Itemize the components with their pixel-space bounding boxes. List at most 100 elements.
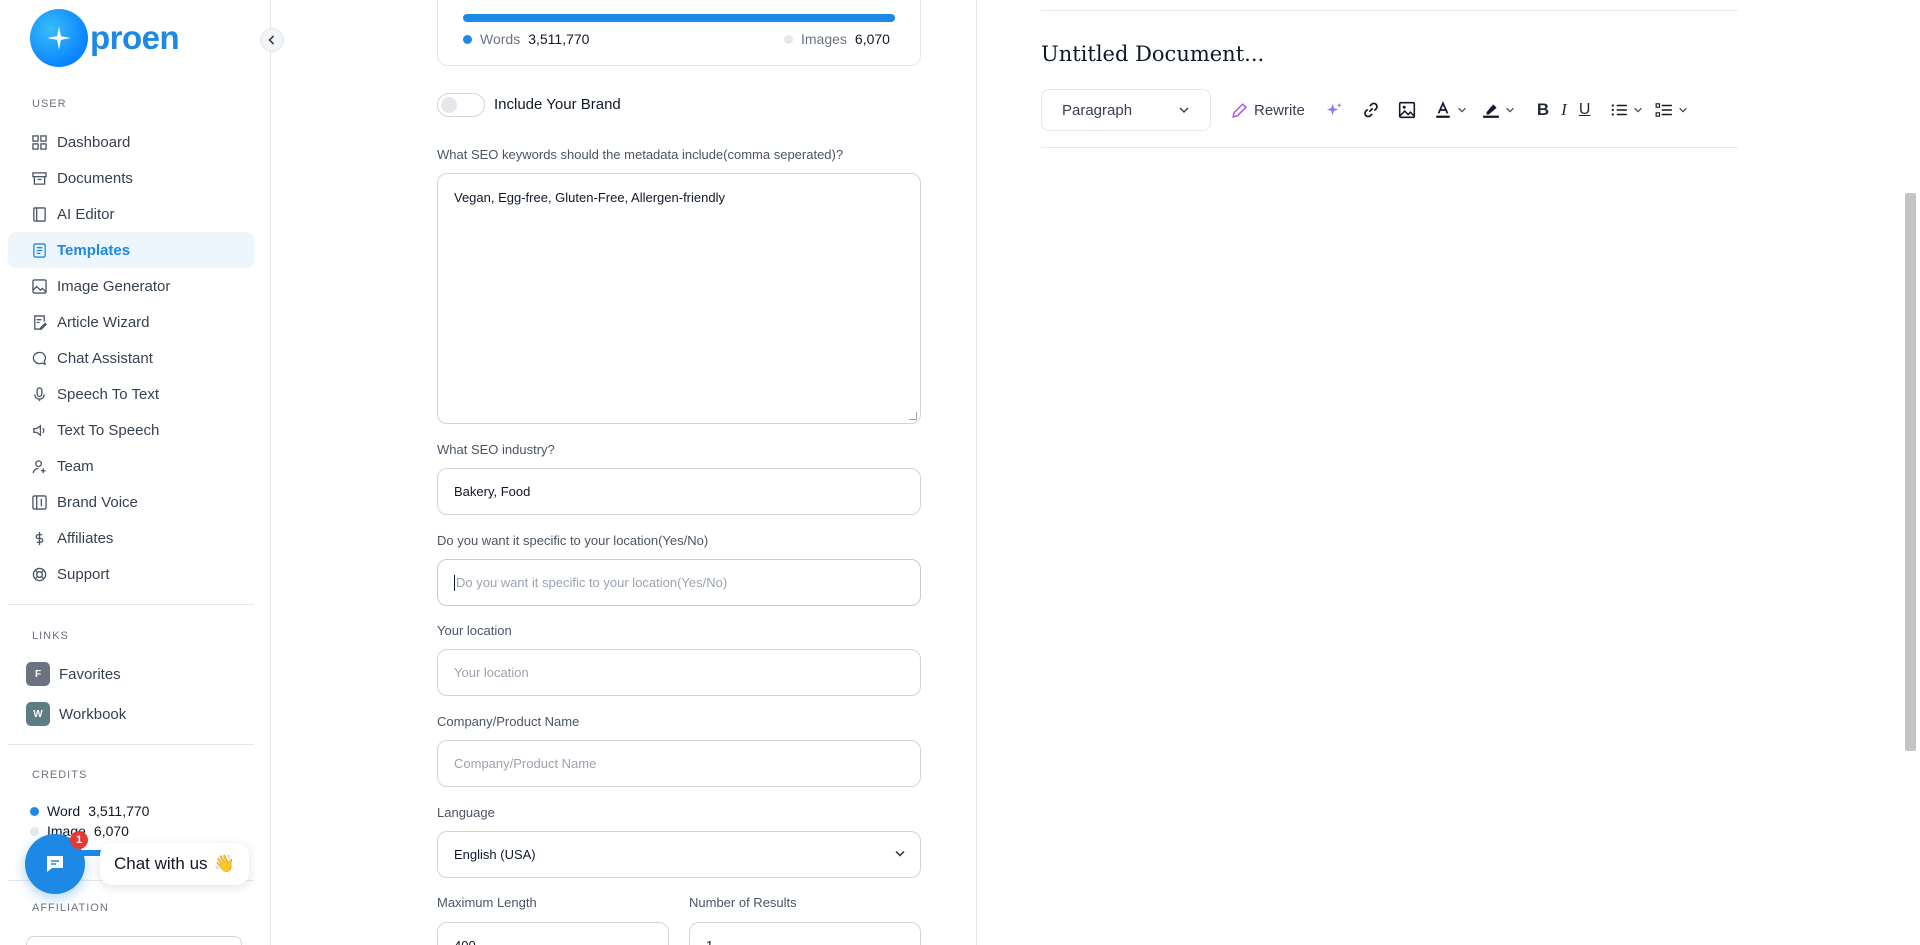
location-specific-input[interactable]: Do you want it specific to your location… <box>437 559 921 606</box>
archive-icon <box>31 170 47 186</box>
link-workbook[interactable]: W Workbook <box>26 702 126 726</box>
highlighter-icon <box>1482 104 1499 118</box>
sidebar-item-image-generator[interactable]: Image Generator <box>8 268 254 304</box>
chat-notification-badge: 1 <box>70 831 88 849</box>
chevron-left-icon <box>268 35 275 45</box>
link-favorites[interactable]: F Favorites <box>26 662 121 686</box>
max-length-input[interactable]: 400 <box>437 922 669 945</box>
sidebar-item-text-to-speech[interactable]: Text To Speech <box>8 412 254 448</box>
dollar-icon <box>31 530 47 546</box>
image-icon <box>31 278 47 294</box>
bold-button[interactable]: B <box>1537 94 1549 126</box>
sidebar-item-team[interactable]: Team <box>8 448 254 484</box>
image-dot <box>30 826 39 836</box>
bold-icon: B <box>1536 100 1550 119</box>
credit-word-label: Word <box>47 803 81 819</box>
sidebar-nav: Dashboard Documents AI Editor Templates … <box>8 124 254 592</box>
sidebar-item-templates[interactable]: Templates <box>8 232 254 268</box>
link-label: Workbook <box>59 705 127 723</box>
sidebar-item-label: Documents <box>57 169 133 187</box>
chevron-down-icon <box>1179 107 1189 114</box>
credits-section-label: CREDITS <box>32 769 88 781</box>
keywords-label: What SEO keywords should the metadata in… <box>437 147 844 162</box>
words-label: Words <box>480 31 521 47</box>
images-usage: Images 6,070 <box>784 31 890 47</box>
images-dot <box>784 34 793 44</box>
include-brand-toggle[interactable] <box>437 93 485 117</box>
sidebar-item-chat-assistant[interactable]: Chat Assistant <box>8 340 254 376</box>
results-label: Number of Results <box>689 895 797 910</box>
sidebar-item-label: Support <box>57 565 110 583</box>
images-label: Images <box>801 31 847 47</box>
sidebar-divider <box>8 744 254 745</box>
microphone-icon <box>31 386 47 402</box>
location-input[interactable]: Your location <box>437 649 921 696</box>
keywords-textarea[interactable]: Vegan, Egg-free, Gluten-Free, Allergen-f… <box>437 173 921 424</box>
sidebar-item-label: AI Editor <box>57 205 115 223</box>
collapse-sidebar-button[interactable] <box>260 28 284 52</box>
workbook-badge: W <box>26 702 50 726</box>
highlight-button[interactable] <box>1482 94 1515 126</box>
language-select[interactable]: English (USA) <box>437 831 921 878</box>
toolbar-divider <box>1041 147 1738 148</box>
numbered-list-button[interactable] <box>1655 94 1688 126</box>
sidebar-item-affiliates[interactable]: Affiliates <box>8 520 254 556</box>
column-divider <box>976 0 977 945</box>
words-usage: Words 3,511,770 <box>463 31 589 47</box>
brand-icon <box>31 494 47 510</box>
results-input[interactable]: 1 <box>689 922 921 945</box>
sidebar-item-article-wizard[interactable]: Article Wizard <box>8 304 254 340</box>
underline-button[interactable]: U <box>1579 94 1591 126</box>
bullet-list-button[interactable] <box>1610 94 1643 126</box>
industry-input[interactable]: Bakery, Food <box>437 468 921 515</box>
chat-with-us-pill[interactable]: Chat with us 👋 <box>100 843 249 885</box>
sidebar-item-speech-to-text[interactable]: Speech To Text <box>8 376 254 412</box>
italic-icon: I <box>1561 100 1567 119</box>
words-dot <box>463 34 472 44</box>
speaker-icon <box>31 422 47 438</box>
credit-image-value: 6,070 <box>93 823 129 839</box>
ai-sparkle-button[interactable] <box>1325 94 1344 126</box>
text-color-button[interactable] <box>1434 94 1467 126</box>
rewrite-button[interactable]: Rewrite <box>1231 94 1305 126</box>
link-button[interactable] <box>1362 94 1380 126</box>
insert-image-button[interactable] <box>1398 94 1416 126</box>
page-scrollbar[interactable] <box>1905 193 1916 751</box>
sidebar: proen USER Dashboard Documents AI Editor… <box>0 0 271 945</box>
resize-handle-icon[interactable] <box>909 412 917 420</box>
paragraph-select[interactable]: Paragraph <box>1041 89 1211 131</box>
location-label: Your location <box>437 623 512 638</box>
user-section-label: USER <box>32 98 67 110</box>
user-plus-icon <box>31 458 47 474</box>
sidebar-item-ai-editor[interactable]: AI Editor <box>8 196 254 232</box>
chevron-down-icon <box>1458 107 1466 113</box>
words-progress-bar <box>463 14 895 22</box>
bullet-list-icon <box>1612 104 1628 116</box>
link-label: Favorites <box>59 665 121 683</box>
sidebar-item-documents[interactable]: Documents <box>8 160 254 196</box>
underline-icon: U <box>1578 101 1591 118</box>
industry-value: Bakery, Food <box>454 484 531 499</box>
sidebar-item-label: Speech To Text <box>57 385 160 403</box>
affiliation-box[interactable] <box>26 936 242 945</box>
document-title[interactable]: Untitled Document... <box>1041 42 1264 66</box>
file-edit-icon <box>31 314 47 330</box>
sidebar-item-brand-voice[interactable]: Brand Voice <box>8 484 254 520</box>
editor-toolbar: Paragraph Rewrite B I U <box>1041 89 1688 131</box>
sidebar-item-label: Text To Speech <box>57 421 160 439</box>
sidebar-item-dashboard[interactable]: Dashboard <box>8 124 254 160</box>
paragraph-label: Paragraph <box>1062 101 1133 119</box>
sidebar-item-label: Templates <box>57 241 131 259</box>
language-value: English (USA) <box>454 847 536 862</box>
location-placeholder: Your location <box>454 665 529 680</box>
numbered-list-icon <box>1655 103 1673 117</box>
rewrite-label: Rewrite <box>1254 101 1305 119</box>
sidebar-item-label: Dashboard <box>57 133 131 151</box>
logo[interactable]: proen <box>30 9 180 67</box>
sidebar-item-support[interactable]: Support <box>8 556 254 592</box>
company-input[interactable]: Company/Product Name <box>437 740 921 787</box>
book-icon <box>31 206 47 222</box>
favorites-badge: F <box>26 662 50 686</box>
italic-button[interactable]: I <box>1561 94 1567 126</box>
images-value: 6,070 <box>854 31 890 47</box>
